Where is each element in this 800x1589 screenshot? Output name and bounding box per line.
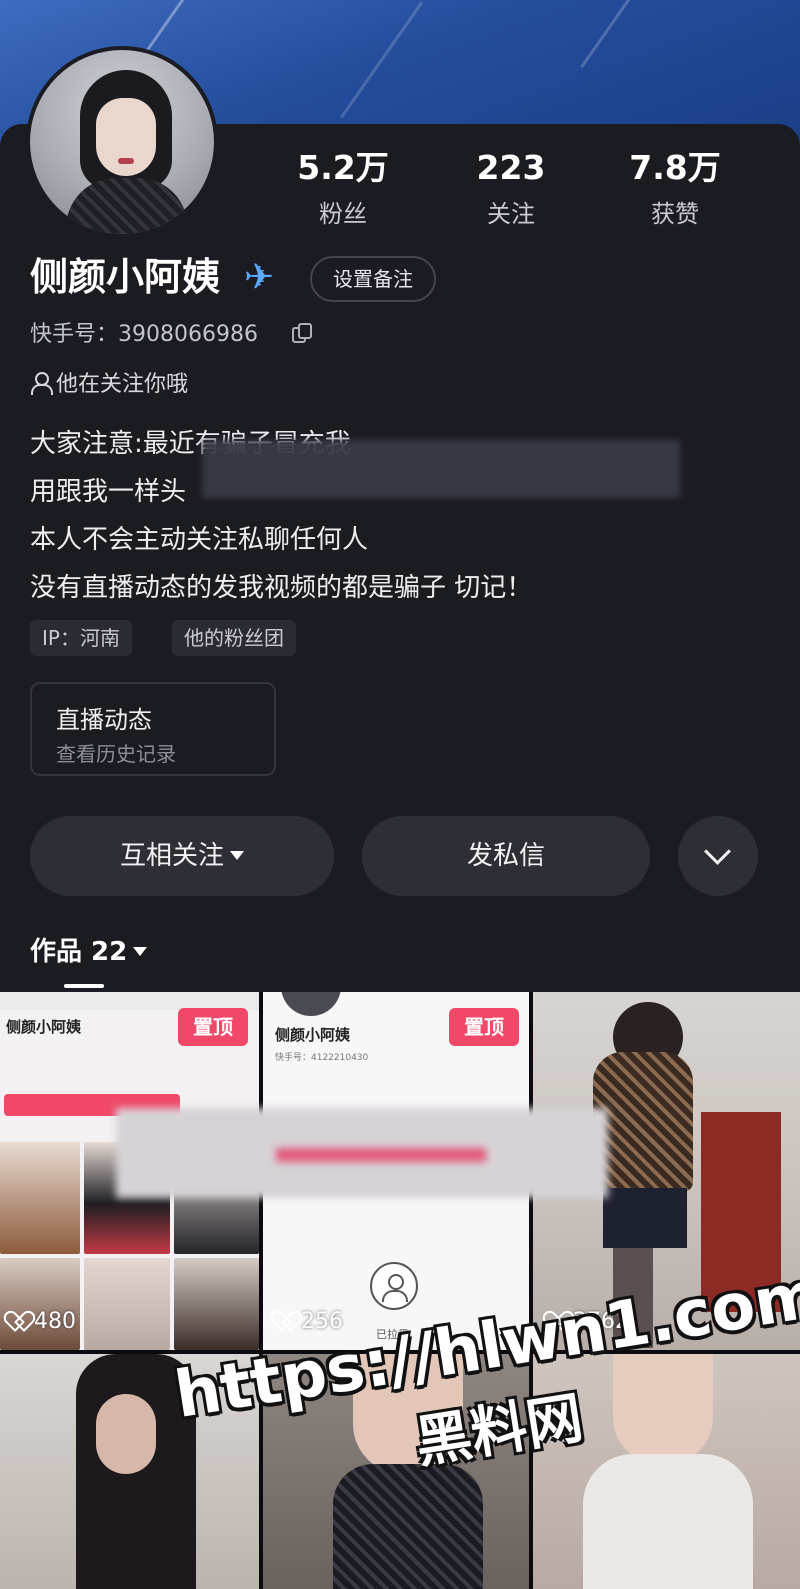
mutual-follow-button[interactable]: 互相关注 (30, 816, 334, 896)
follow-hint-text: 他在关注你哦 (56, 372, 189, 397)
thumb-name: 侧颜小阿姨 (6, 1018, 82, 1036)
kuaishou-id: 快手号：3908066986 (30, 322, 258, 347)
tab-works-label: 作品 22 (30, 937, 128, 967)
stat-value: 5.2万 (297, 148, 389, 187)
stat-value: 223 (476, 148, 546, 187)
stat-label: 粉丝 (319, 200, 367, 228)
blurred-region (202, 440, 680, 498)
heart-icon (277, 1312, 297, 1330)
mutual-follow-label: 互相关注 (119, 841, 224, 871)
chevron-down-icon[interactable] (678, 816, 758, 896)
profile-name: 侧颜小阿姨 (30, 255, 221, 299)
copy-icon[interactable] (292, 323, 314, 345)
thumb-kid: 快手号：4122210430 (275, 1053, 369, 1063)
ip-tag: IP：河南 (30, 620, 132, 656)
live-card-title: 直播动态 (56, 706, 152, 734)
bio-line: 本人不会主动关注私聊任何人 (30, 525, 369, 555)
tab-indicator (64, 984, 104, 988)
live-card-subtitle: 查看历史记录 (56, 742, 176, 766)
pinned-badge: 置顶 (449, 1008, 519, 1046)
caret-down-icon (230, 851, 244, 860)
bio-line: 没有直播动态的发我视频的都是骗子 切记！ (30, 573, 533, 603)
tab-works[interactable]: 作品 22 (30, 934, 148, 970)
send-message-button[interactable]: 发私信 (362, 816, 650, 896)
avatar[interactable] (26, 46, 218, 238)
stat-value: 7.8万 (629, 148, 721, 187)
stat-likes[interactable]: 7.8万 获赞 (600, 148, 750, 229)
caret-down-icon (133, 947, 148, 956)
stat-following[interactable]: 223 关注 (436, 148, 586, 229)
set-remark-button[interactable]: 设置备注 (310, 256, 436, 302)
fan-club-tag[interactable]: 他的粉丝团 (172, 620, 296, 656)
blocked-user-icon (370, 1262, 418, 1310)
like-count: 480 (10, 1308, 76, 1336)
stat-fans[interactable]: 5.2万 粉丝 (268, 148, 418, 229)
stat-label: 获赞 (651, 200, 699, 228)
pinned-badge: 置顶 (178, 1008, 248, 1046)
like-count-value: 256 (301, 1309, 343, 1334)
airplane-icon: ✈ (244, 257, 275, 298)
person-icon (30, 372, 53, 395)
like-count: 256 (277, 1308, 343, 1336)
heart-icon (10, 1312, 30, 1330)
blurred-region (116, 1108, 608, 1198)
thumb-name: 侧颜小阿姨 (275, 1026, 351, 1044)
follow-hint: 他在关注你哦 (30, 370, 188, 400)
like-count-value: 480 (34, 1309, 76, 1334)
live-history-card[interactable]: 直播动态 查看历史记录 (30, 682, 276, 776)
stat-label: 关注 (487, 200, 535, 228)
